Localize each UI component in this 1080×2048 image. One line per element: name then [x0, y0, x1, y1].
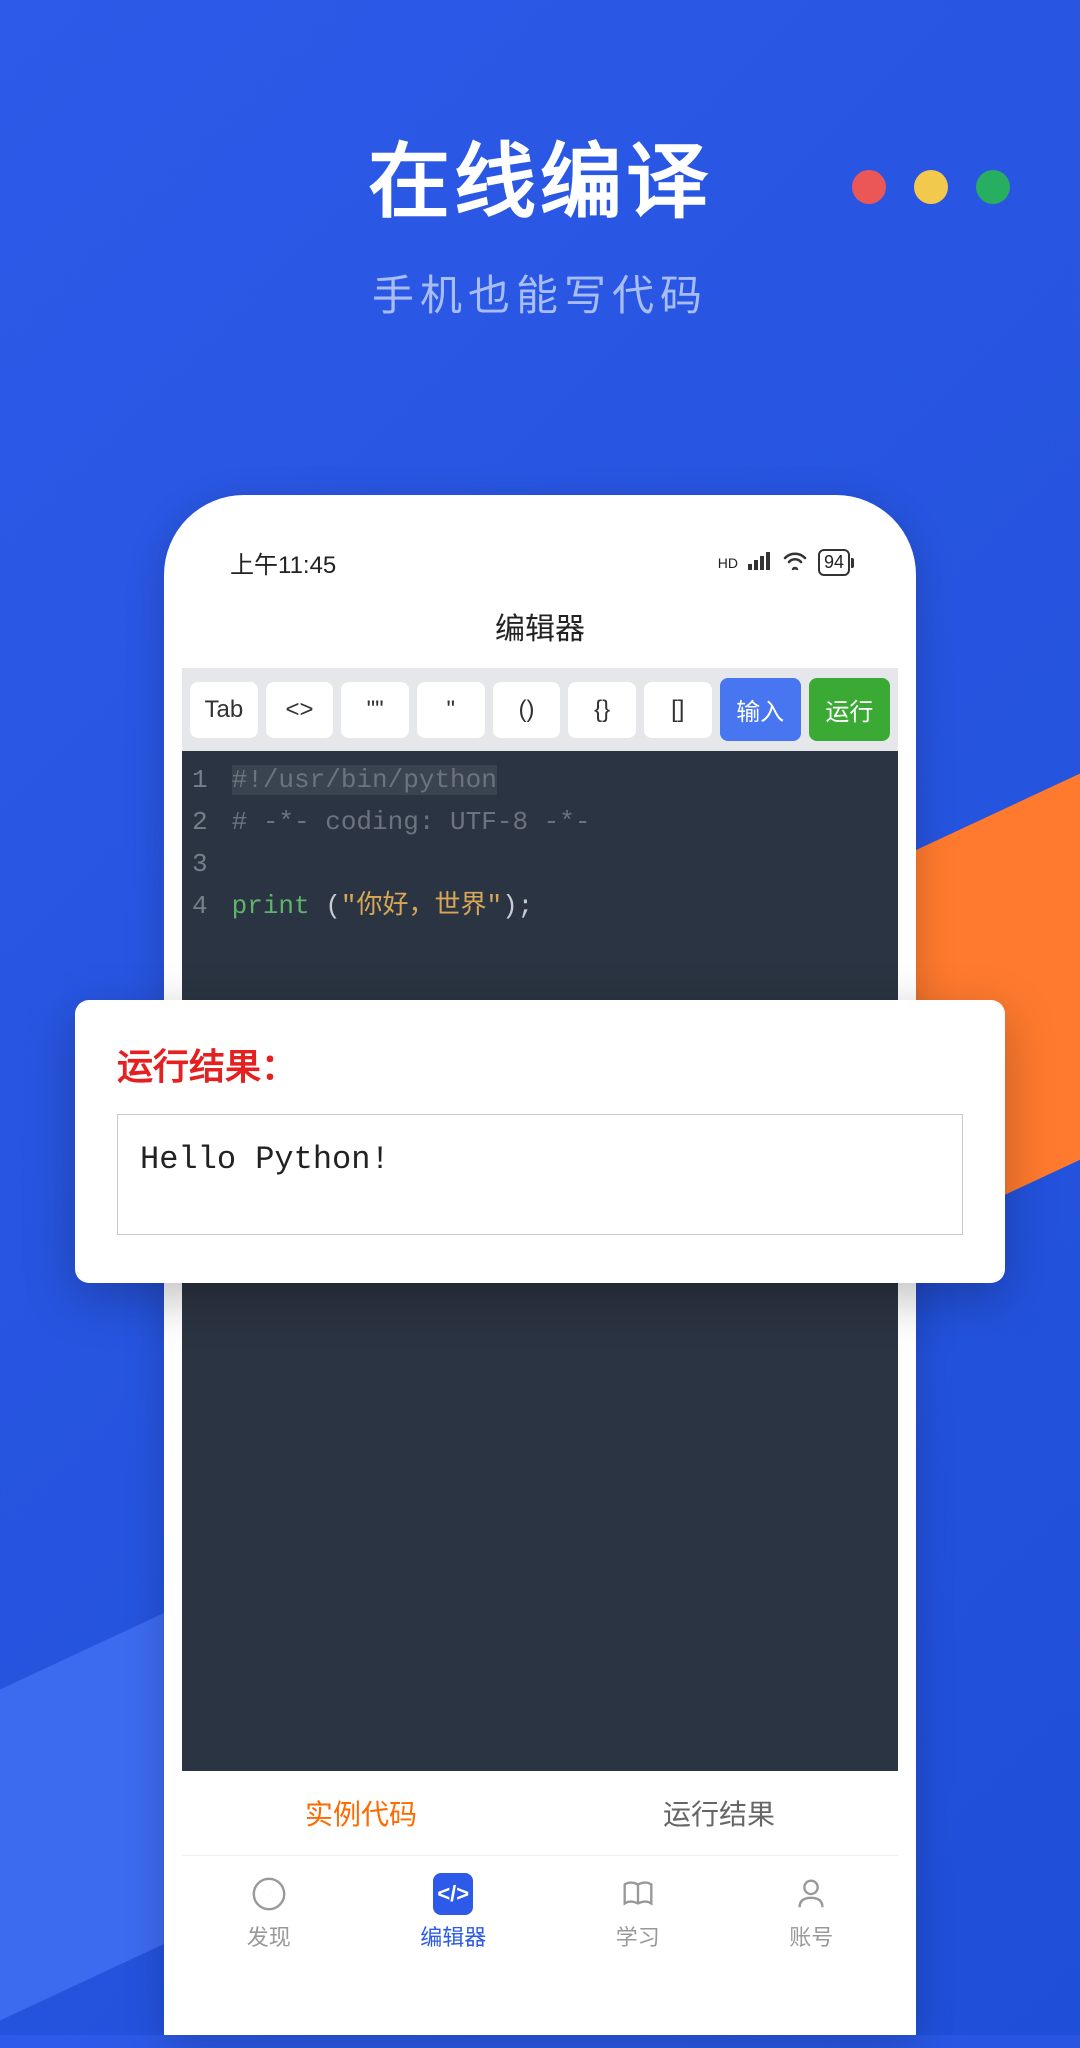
line-number: 2	[192, 801, 208, 843]
result-popup: 运行结果： Hello Python!	[75, 1000, 1005, 1283]
angle-bracket-button[interactable]: <>	[266, 682, 334, 738]
code-line: # -*- coding: UTF-8 -*-	[232, 801, 888, 843]
run-button[interactable]: 运行	[809, 678, 890, 741]
status-bar: 上午11:45 HD 94	[182, 519, 898, 592]
punc-token: );	[502, 891, 533, 921]
nav-editor[interactable]: </> 编辑器	[420, 1874, 486, 1952]
wifi-icon	[782, 549, 808, 577]
bottom-nav: 发现 </> 编辑器 学习 账号	[182, 1856, 898, 1952]
line-number: 1	[192, 759, 208, 801]
line-number: 3	[192, 843, 208, 885]
hero-subtitle: 手机也能写代码	[0, 262, 1080, 323]
dot-green-icon	[976, 170, 1010, 204]
tab-run-result[interactable]: 运行结果	[663, 1793, 775, 1833]
editor-toolbar: Tab <> "" " () {} [] 输入 运行	[182, 668, 898, 751]
page-title: 编辑器	[182, 592, 898, 668]
code-icon: </>	[433, 1874, 473, 1914]
tab-example-code[interactable]: 实例代码	[305, 1793, 417, 1833]
person-icon	[791, 1874, 831, 1914]
nav-account[interactable]: 账号	[789, 1874, 833, 1952]
punc-token: (	[325, 891, 341, 921]
brace-button[interactable]: {}	[568, 682, 636, 738]
nav-label: 账号	[789, 1920, 833, 1952]
input-button[interactable]: 输入	[720, 678, 801, 741]
status-right: HD 94	[718, 549, 850, 577]
tab-key-button[interactable]: Tab	[190, 682, 258, 738]
signal-icon	[748, 549, 772, 577]
double-quote-button[interactable]: ""	[341, 682, 409, 738]
battery-icon: 94	[818, 549, 850, 576]
string-token: "你好，世界"	[341, 891, 502, 921]
code-line: #!/usr/bin/python	[232, 759, 888, 801]
dot-yellow-icon	[914, 170, 948, 204]
window-dots	[852, 170, 1010, 204]
code-line	[232, 843, 888, 885]
shebang-token: #!/usr/bin/python	[232, 765, 497, 795]
comment-token: # -*- coding: UTF-8 -*-	[232, 807, 591, 837]
book-icon	[618, 1874, 658, 1914]
nav-label: 编辑器	[420, 1920, 486, 1952]
single-quote-button[interactable]: "	[417, 682, 485, 738]
bracket-button[interactable]: []	[644, 682, 712, 738]
nav-label: 学习	[616, 1920, 660, 1952]
nav-learn[interactable]: 学习	[616, 1874, 660, 1952]
line-number: 4	[192, 885, 208, 927]
paren-button[interactable]: ()	[493, 682, 561, 738]
nav-label: 发现	[247, 1920, 291, 1952]
code-line: print ("你好，世界");	[232, 885, 888, 927]
editor-tabs: 实例代码 运行结果	[182, 1771, 898, 1856]
func-token: print	[232, 891, 326, 921]
nav-discover[interactable]: 发现	[247, 1874, 291, 1952]
result-title: 运行结果：	[117, 1038, 963, 1090]
hd-indicator: HD	[718, 555, 738, 571]
dot-red-icon	[852, 170, 886, 204]
result-output: Hello Python!	[117, 1114, 963, 1235]
status-time: 上午11:45	[230, 545, 336, 580]
compass-icon	[249, 1874, 289, 1914]
